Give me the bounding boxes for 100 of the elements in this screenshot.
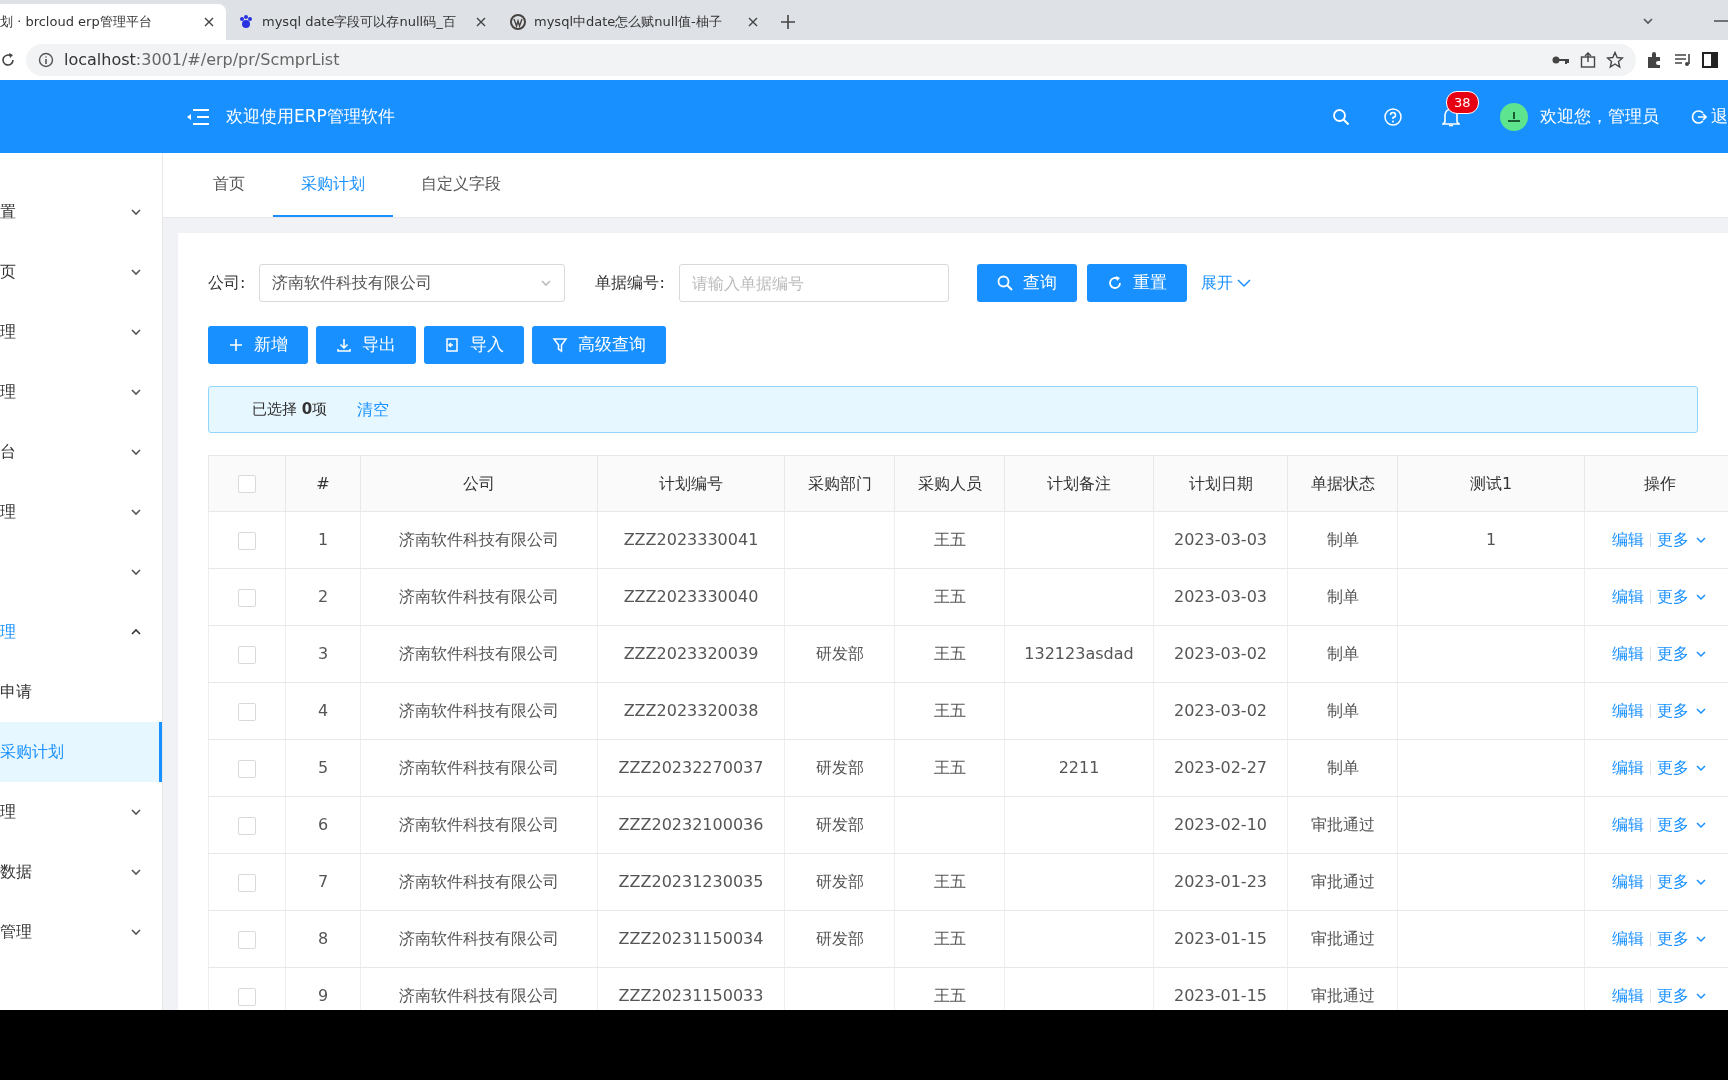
expand-link[interactable]: 展开 (1200, 271, 1251, 295)
table-cell: 研发部 (815, 644, 864, 663)
sidebar-item[interactable]: 理 (0, 302, 162, 362)
table-cell: 济南软件科技有限公司 (399, 815, 559, 834)
action-button[interactable]: 高级查询 (532, 326, 666, 364)
checkbox[interactable] (238, 588, 256, 607)
close-icon[interactable] (204, 17, 214, 27)
checkbox[interactable] (238, 475, 256, 493)
browser-tab[interactable]: mysql date字段可以存null码_百 (226, 4, 498, 40)
download-icon (336, 337, 352, 353)
close-icon[interactable] (748, 17, 758, 27)
checkbox[interactable] (238, 759, 256, 778)
chevron-down-icon[interactable] (1695, 877, 1708, 887)
logout-link[interactable]: 退 (1691, 103, 1728, 130)
edit-link[interactable]: 编辑 (1612, 813, 1645, 837)
table-cell: 济南软件科技有限公司 (399, 929, 559, 948)
star-icon[interactable] (1606, 51, 1624, 69)
table-cell: 济南软件科技有限公司 (399, 701, 559, 720)
more-link[interactable]: 更多 (1657, 528, 1690, 552)
column-header: 采购人员 (917, 473, 982, 493)
user-greeting[interactable]: 欢迎您，管理员 (1540, 103, 1659, 130)
chevron-down-icon[interactable] (1695, 763, 1708, 773)
edit-link[interactable]: 编辑 (1612, 756, 1645, 780)
action-button[interactable]: 新增 (208, 326, 308, 364)
reload-icon[interactable] (0, 52, 16, 68)
more-link[interactable]: 更多 (1657, 585, 1690, 609)
checkbox[interactable] (238, 816, 256, 835)
table-cell: 济南软件科技有限公司 (399, 644, 559, 663)
help-icon[interactable] (1384, 107, 1402, 126)
edit-link[interactable]: 编辑 (1612, 870, 1645, 894)
reset-button[interactable]: 重置 (1086, 264, 1187, 302)
sidebar-item[interactable]: 台 (0, 422, 162, 482)
edit-link[interactable]: 编辑 (1612, 927, 1645, 951)
page-tab[interactable]: 首页 (185, 153, 273, 217)
share-icon[interactable] (1580, 52, 1596, 68)
sidebar-item[interactable]: 理 (0, 602, 162, 662)
plus-icon[interactable] (780, 14, 796, 30)
checkbox[interactable] (238, 531, 256, 550)
sidebar-item[interactable]: 置 (0, 182, 162, 242)
browser-tab[interactable]: 划 · brcloud erp管理平台 (0, 4, 226, 40)
search-icon[interactable] (1332, 107, 1350, 126)
key-icon[interactable] (1552, 54, 1570, 66)
checkbox[interactable] (238, 987, 256, 1006)
table-cell: 9 (317, 986, 329, 1005)
edit-link[interactable]: 编辑 (1612, 984, 1645, 1008)
close-icon[interactable] (476, 17, 486, 27)
sidebar-item[interactable]: 数据 (0, 842, 162, 902)
browser-tab[interactable]: mysql中date怎么赋null值-柚子 (498, 4, 770, 40)
sidebar-item[interactable]: 理 (0, 782, 162, 842)
action-button[interactable]: 导入 (424, 326, 524, 364)
chevron-down-icon[interactable] (1695, 934, 1708, 944)
chevron-down-icon[interactable] (1695, 820, 1708, 830)
menu-icon[interactable] (186, 107, 210, 126)
column-header: 计划编号 (659, 473, 723, 493)
more-link[interactable]: 更多 (1657, 870, 1690, 894)
clear-link[interactable]: 清空 (357, 397, 390, 422)
doc-number-field[interactable]: 请输入单据编号 (678, 264, 949, 302)
sidebar-item[interactable]: 申请 (0, 662, 162, 722)
table-cell: 2 (317, 587, 329, 606)
more-link[interactable]: 更多 (1657, 642, 1690, 666)
sidebar-item[interactable]: 采购计划 (0, 722, 162, 782)
page-tab[interactable]: 自定义字段 (393, 153, 529, 217)
more-link[interactable]: 更多 (1657, 699, 1690, 723)
checkbox[interactable] (238, 702, 256, 721)
chevron-down-icon[interactable] (1695, 649, 1708, 659)
table-cell: 3 (317, 644, 329, 663)
more-link[interactable]: 更多 (1657, 813, 1690, 837)
table-cell: 王五 (933, 758, 966, 777)
page-tab[interactable]: 采购计划 (273, 153, 393, 217)
edit-link[interactable]: 编辑 (1612, 699, 1645, 723)
column-header: 计划日期 (1188, 473, 1253, 493)
checkbox[interactable] (238, 645, 256, 664)
company-select[interactable]: 济南软件科技有限公司 (259, 264, 566, 302)
sidebar-item[interactable]: 管理 (0, 902, 162, 962)
chevron-down-icon[interactable] (1695, 592, 1708, 602)
chevron-down-icon[interactable] (1695, 706, 1708, 716)
media-list-icon[interactable] (1674, 52, 1692, 68)
table-cell: 2023-03-02 (1174, 644, 1267, 663)
edit-link[interactable]: 编辑 (1612, 585, 1645, 609)
edit-link[interactable]: 编辑 (1612, 642, 1645, 666)
address-bar[interactable]: localhost:3001/#/erp/pr/ScmprList (26, 44, 1636, 76)
side-panel-icon[interactable] (1702, 52, 1718, 68)
chevron-down-icon[interactable] (1695, 535, 1708, 545)
table-cell: 2023-03-03 (1174, 587, 1267, 606)
sidebar-item[interactable]: 理 (0, 482, 162, 542)
checkbox[interactable] (238, 930, 256, 949)
plus-icon (228, 337, 244, 353)
sidebar-item[interactable]: 理 (0, 362, 162, 422)
more-link[interactable]: 更多 (1657, 756, 1690, 780)
checkbox[interactable] (238, 873, 256, 892)
sidebar-item[interactable]: 页 (0, 242, 162, 302)
chevron-down-icon[interactable] (1695, 991, 1708, 1001)
url-text: localhost:3001/#/erp/pr/ScmprList (64, 49, 340, 71)
more-link[interactable]: 更多 (1657, 927, 1690, 951)
table-cell: 132123asdad (1024, 644, 1134, 663)
chevron-down-icon[interactable] (1642, 16, 1654, 26)
action-button[interactable]: 导出 (316, 326, 416, 364)
query-button[interactable]: 查询 (976, 264, 1077, 302)
more-link[interactable]: 更多 (1657, 984, 1690, 1008)
edit-link[interactable]: 编辑 (1612, 528, 1645, 552)
